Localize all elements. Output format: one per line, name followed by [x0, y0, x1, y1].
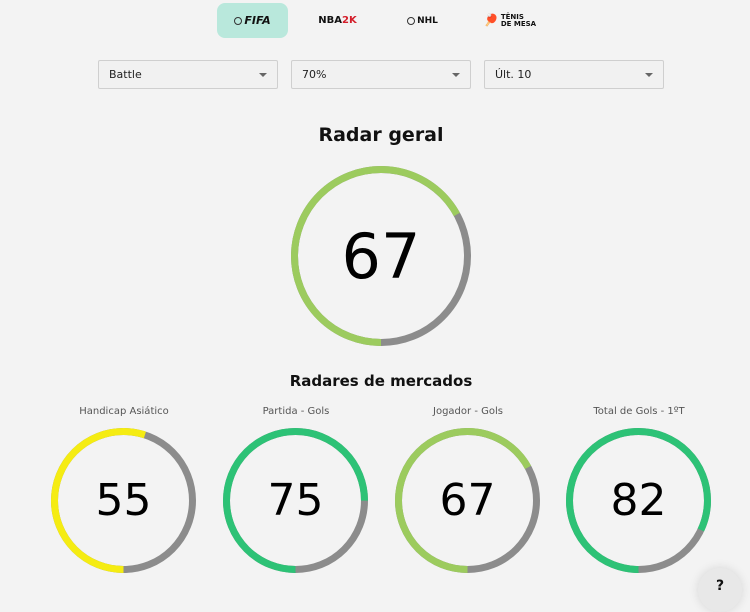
market-gauge-handicap-asiatico: 55: [51, 428, 196, 573]
tab-nba-label: NBA: [318, 15, 342, 26]
market-radars-title: Radares de mercados: [289, 372, 473, 390]
market-label: Handicap Asiático: [79, 406, 169, 417]
threshold-select[interactable]: 70%: [291, 60, 471, 89]
chevron-down-icon: [645, 73, 653, 77]
overall-radar-gauge: 67: [291, 166, 471, 346]
ea-logo-icon: [407, 16, 416, 25]
market-gauge-total-gols-1t: 82: [566, 428, 711, 573]
overall-radar-title: Radar geral: [318, 124, 444, 146]
game-tabs: FIFA NBA 2K NHL 🏓 TÊNIS DE MESA: [0, 3, 750, 39]
league-select-value: Battle: [109, 68, 142, 81]
threshold-select-value: 70%: [302, 68, 327, 81]
tab-nhl[interactable]: NHL: [385, 3, 460, 38]
market-label: Partida - Gols: [262, 406, 330, 417]
tab-nba-2k-label: 2K: [342, 15, 357, 26]
tab-nba2k[interactable]: NBA 2K: [300, 3, 375, 38]
chevron-down-icon: [259, 73, 267, 77]
market-gauge-value: 82: [610, 475, 667, 526]
tab-nhl-label: NHL: [417, 15, 438, 26]
market-label: Total de Gols - 1ºT: [593, 406, 685, 417]
tab-tenis-label-line2: DE MESA: [500, 19, 537, 28]
market-gauge-jogador-gols: 67: [395, 428, 540, 573]
market-gauge-partida-gols: 75: [223, 428, 368, 573]
ping-pong-icon: 🏓: [483, 13, 499, 27]
games-select-value: Últ. 10: [495, 68, 532, 81]
market-gauge-value: 55: [95, 475, 152, 526]
tab-tenis-label-wrap: TÊNIS DE MESA: [500, 13, 537, 28]
league-select[interactable]: Battle: [98, 60, 278, 89]
tab-tenis-de-mesa[interactable]: 🏓 TÊNIS DE MESA: [470, 3, 550, 38]
market-gauge-value: 67: [439, 475, 496, 526]
market-label: Jogador - Gols: [433, 406, 503, 417]
tab-fifa-label: FIFA: [244, 14, 271, 27]
tab-fifa[interactable]: FIFA: [217, 3, 288, 38]
overall-radar-value: 67: [341, 219, 421, 293]
market-gauge-value: 75: [267, 475, 324, 526]
ea-logo-icon: [234, 16, 243, 25]
games-select[interactable]: Últ. 10: [484, 60, 664, 89]
chevron-down-icon: [452, 73, 460, 77]
help-button[interactable]: ?: [698, 568, 742, 612]
